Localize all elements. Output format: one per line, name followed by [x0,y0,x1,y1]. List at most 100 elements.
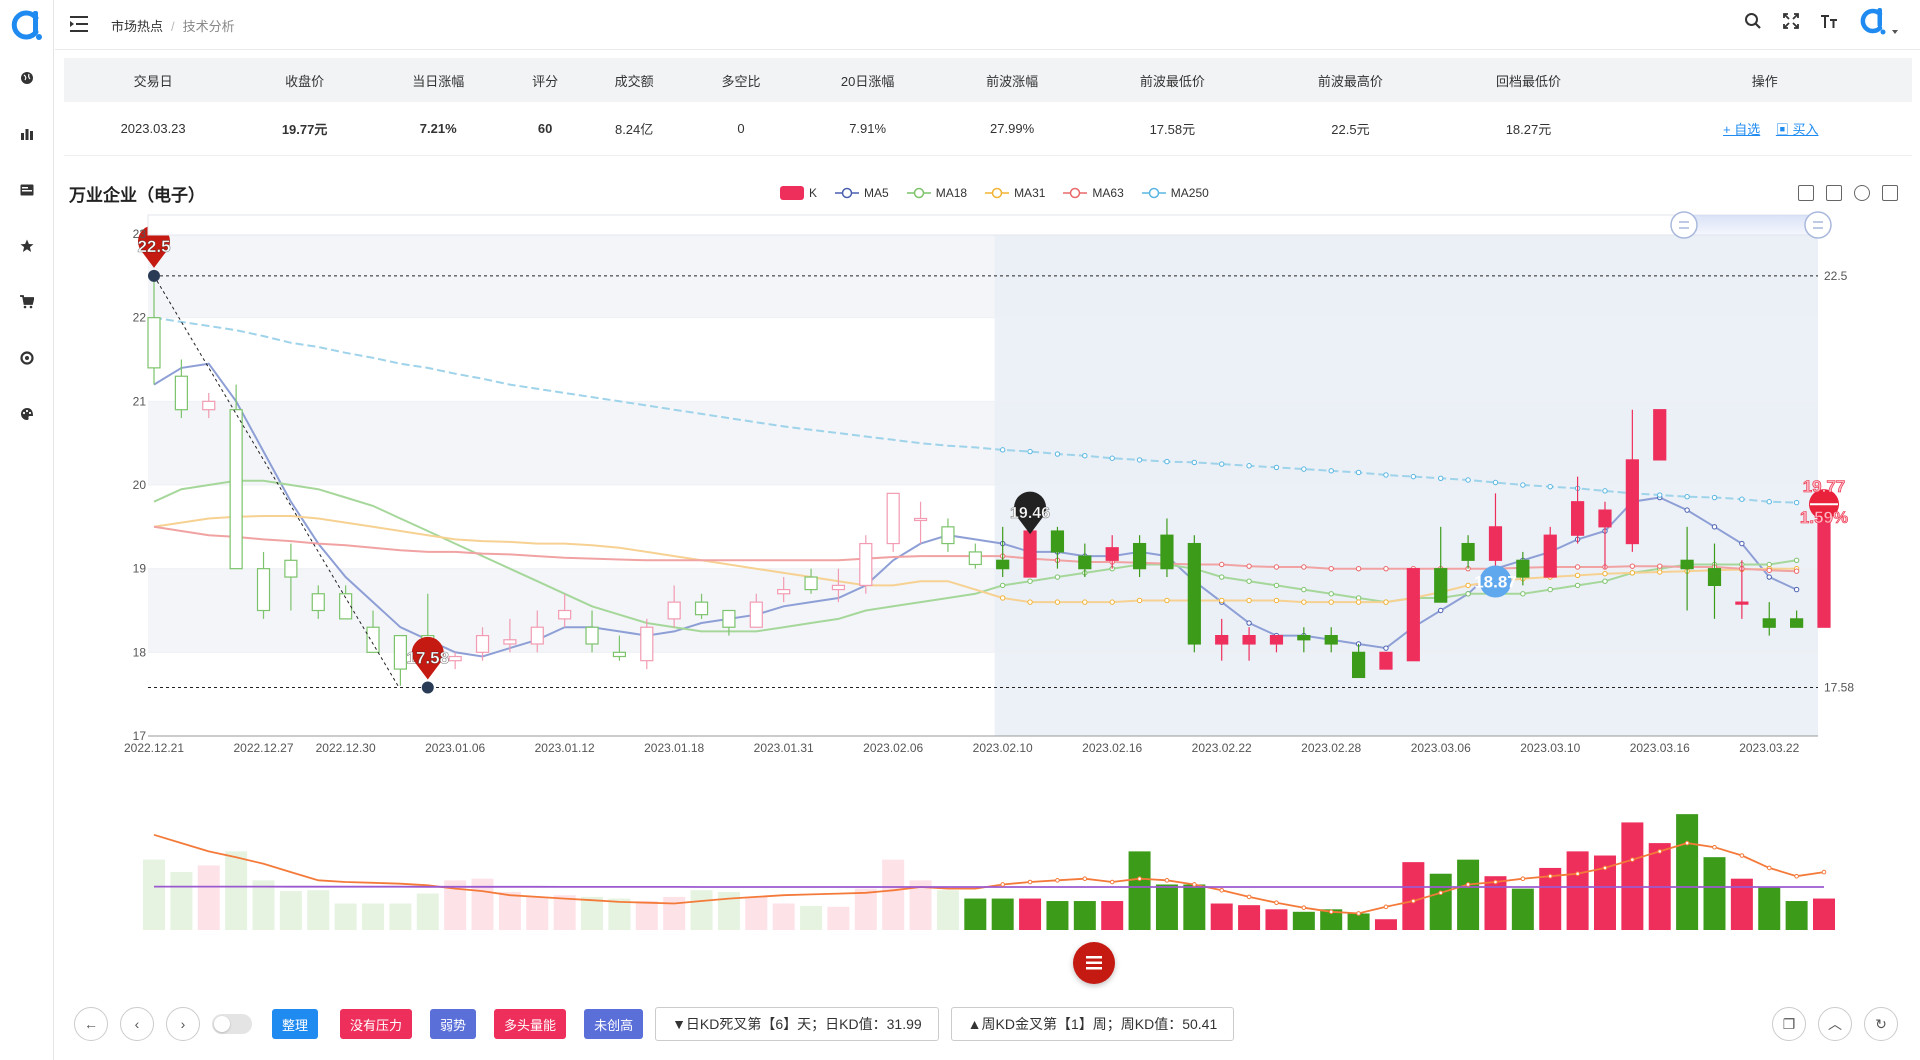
volume-bar [1785,901,1808,930]
ma-point [1383,645,1389,651]
copy-button[interactable]: ❐ [1772,1007,1806,1041]
ma-point [1793,568,1800,574]
volume-bar [1621,822,1644,930]
x-tick-label: 2023.03.22 [1739,741,1799,755]
volume-bar [1813,898,1835,930]
zoom-slider-window [1684,215,1818,235]
volume-ma-point [1164,878,1170,883]
candle [284,559,298,578]
volume-bar [307,890,330,930]
ma-point [1109,599,1115,605]
ma-point [1164,597,1170,604]
volume-bar [1073,901,1096,930]
ma-point [999,595,1006,601]
candle [1680,559,1694,570]
ma-point [1328,591,1334,597]
menu-fab-button[interactable] [1073,942,1115,984]
ma-point [1629,570,1636,576]
menu-icon [1086,956,1102,970]
volume-bar [553,895,576,930]
ma-point [1328,468,1334,474]
volume-bar [1758,886,1781,930]
candle [1324,634,1338,645]
ma-point [1054,574,1061,580]
candle [722,609,736,628]
last-change-label: 1.59% [1800,508,1848,527]
toggle-switch[interactable] [212,1014,252,1034]
volume-ma-point [1766,865,1772,871]
volume-bar [936,890,959,930]
x-tick-label: 2023.01.31 [754,741,814,755]
ma-point [1219,597,1225,604]
kd-daily-info[interactable]: ▼日KD死叉第【6】天；日KD值：31.99 [655,1007,939,1041]
candle [1625,459,1639,545]
volume-bar [389,903,412,930]
tag-no-pressure[interactable]: 没有压力 [340,1009,413,1039]
candle [1762,618,1776,628]
candle [612,651,627,658]
ma-point [1739,540,1745,547]
ma-point [1766,567,1772,574]
candle [1132,542,1147,570]
tag-no-new-high[interactable]: 未创高 [584,1009,644,1039]
ma-point [1547,586,1553,593]
candle [530,626,544,645]
volume-ma-point [1794,873,1799,879]
volume-bar [362,903,385,930]
volume-ma-point [1109,879,1115,885]
ma-point [1219,561,1225,568]
y-tick-label: 20 [133,478,147,492]
candle [1735,601,1749,605]
volume-ma-point [1055,878,1060,883]
ma-point [1246,578,1252,584]
ma-point [1520,591,1526,597]
ma-point [1219,461,1225,467]
volume-bar [1374,919,1397,930]
candle [448,655,462,662]
candle [1078,555,1092,570]
ma-point [1301,466,1307,472]
candle [777,588,791,595]
volume-bar [1019,898,1042,930]
next-button[interactable]: › [166,1007,200,1041]
copy-icon: ❐ [1782,1015,1796,1032]
back-arrow-button[interactable]: ← [74,1007,108,1041]
tag-bull-volume[interactable]: 多头量能 [494,1009,567,1039]
volume-ma-point [1657,849,1663,854]
volume-bar [1265,909,1288,930]
volume-ma-point [1630,857,1635,862]
ma-point [1793,499,1800,506]
x-tick-label: 2022.12.27 [233,741,293,755]
volume-bar [1511,888,1534,930]
scroll-top-button[interactable]: ︿ [1818,1007,1852,1041]
volume-bar [991,898,1014,930]
kline-chart[interactable]: 22.517.5822.517.5819.4618.8719.771.59% 2… [0,0,1920,960]
candle [831,584,846,591]
ma-point [1684,507,1690,513]
candle [941,526,955,545]
ma-point [1602,570,1608,577]
x-tick-label: 2023.01.18 [644,741,704,755]
x-tick-label: 2023.01.06 [425,741,485,755]
ma-point [1793,557,1800,563]
prev-button[interactable]: ‹ [120,1007,154,1041]
kd-weekly-info[interactable]: ▲周KD金叉第【1】周；周KD值：50.41 [950,1007,1235,1041]
x-tick-label: 2022.12.21 [124,741,184,755]
ma-point [1164,458,1170,465]
tag-weak[interactable]: 弱势 [430,1009,477,1039]
ma-point [1383,472,1389,478]
high-point-dot [148,269,160,282]
volume-ma-point [1274,900,1279,905]
volume-bar [1155,884,1178,930]
refresh-button[interactable]: ↻ [1864,1007,1898,1041]
volume-bar [964,898,987,930]
ma-point [1602,488,1608,494]
tag-consolidation[interactable]: 整理 [272,1009,319,1039]
ma-point [1657,563,1663,569]
ma-point [1246,563,1252,569]
volume-ma-point [1356,911,1361,916]
x-tick-label: 2023.02.28 [1301,741,1361,755]
candle [1488,526,1503,561]
blue-pin-label: 18.87 [1474,573,1517,592]
ma-point [999,447,1006,453]
